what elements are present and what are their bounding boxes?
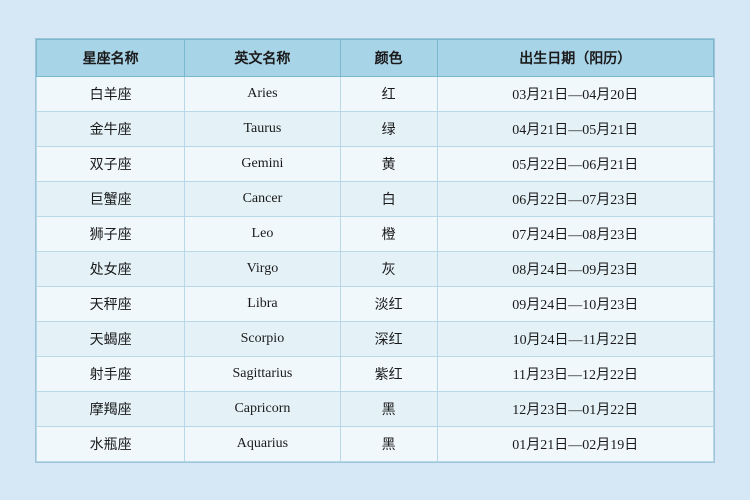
cell-color: 黑 — [340, 426, 437, 461]
cell-color: 绿 — [340, 111, 437, 146]
cell-chinese-name: 处女座 — [37, 251, 185, 286]
cell-english-name: Gemini — [185, 146, 340, 181]
cell-color: 白 — [340, 181, 437, 216]
zodiac-table: 星座名称 英文名称 颜色 出生日期（阳历） 白羊座Aries红03月21日—04… — [36, 39, 714, 462]
header-color: 颜色 — [340, 39, 437, 76]
cell-dates: 01月21日—02月19日 — [437, 426, 713, 461]
cell-dates: 11月23日—12月22日 — [437, 356, 713, 391]
table-row: 射手座Sagittarius紫红11月23日—12月22日 — [37, 356, 714, 391]
cell-color: 黄 — [340, 146, 437, 181]
table-row: 白羊座Aries红03月21日—04月20日 — [37, 76, 714, 111]
cell-color: 紫红 — [340, 356, 437, 391]
cell-dates: 09月24日—10月23日 — [437, 286, 713, 321]
cell-dates: 03月21日—04月20日 — [437, 76, 713, 111]
cell-english-name: Taurus — [185, 111, 340, 146]
table-row: 双子座Gemini黄05月22日—06月21日 — [37, 146, 714, 181]
cell-color: 灰 — [340, 251, 437, 286]
cell-english-name: Capricorn — [185, 391, 340, 426]
header-chinese-name: 星座名称 — [37, 39, 185, 76]
cell-chinese-name: 双子座 — [37, 146, 185, 181]
table-row: 狮子座Leo橙07月24日—08月23日 — [37, 216, 714, 251]
cell-english-name: Libra — [185, 286, 340, 321]
cell-chinese-name: 天蝎座 — [37, 321, 185, 356]
table-row: 摩羯座Capricorn黑12月23日—01月22日 — [37, 391, 714, 426]
cell-english-name: Cancer — [185, 181, 340, 216]
cell-english-name: Scorpio — [185, 321, 340, 356]
cell-color: 深红 — [340, 321, 437, 356]
cell-chinese-name: 狮子座 — [37, 216, 185, 251]
table-row: 天蝎座Scorpio深红10月24日—11月22日 — [37, 321, 714, 356]
cell-chinese-name: 水瓶座 — [37, 426, 185, 461]
cell-chinese-name: 天秤座 — [37, 286, 185, 321]
cell-english-name: Aries — [185, 76, 340, 111]
cell-dates: 07月24日—08月23日 — [437, 216, 713, 251]
table-row: 处女座Virgo灰08月24日—09月23日 — [37, 251, 714, 286]
table-row: 巨蟹座Cancer白06月22日—07月23日 — [37, 181, 714, 216]
header-dates: 出生日期（阳历） — [437, 39, 713, 76]
cell-english-name: Aquarius — [185, 426, 340, 461]
cell-english-name: Sagittarius — [185, 356, 340, 391]
cell-color: 红 — [340, 76, 437, 111]
cell-english-name: Leo — [185, 216, 340, 251]
cell-chinese-name: 摩羯座 — [37, 391, 185, 426]
cell-color: 淡红 — [340, 286, 437, 321]
cell-chinese-name: 金牛座 — [37, 111, 185, 146]
table-row: 天秤座Libra淡红09月24日—10月23日 — [37, 286, 714, 321]
cell-chinese-name: 巨蟹座 — [37, 181, 185, 216]
zodiac-table-container: 星座名称 英文名称 颜色 出生日期（阳历） 白羊座Aries红03月21日—04… — [35, 38, 715, 463]
cell-dates: 04月21日—05月21日 — [437, 111, 713, 146]
cell-dates: 05月22日—06月21日 — [437, 146, 713, 181]
table-row: 金牛座Taurus绿04月21日—05月21日 — [37, 111, 714, 146]
table-header-row: 星座名称 英文名称 颜色 出生日期（阳历） — [37, 39, 714, 76]
header-english-name: 英文名称 — [185, 39, 340, 76]
cell-dates: 08月24日—09月23日 — [437, 251, 713, 286]
cell-color: 橙 — [340, 216, 437, 251]
cell-chinese-name: 射手座 — [37, 356, 185, 391]
cell-english-name: Virgo — [185, 251, 340, 286]
cell-dates: 12月23日—01月22日 — [437, 391, 713, 426]
cell-color: 黑 — [340, 391, 437, 426]
cell-dates: 10月24日—11月22日 — [437, 321, 713, 356]
cell-dates: 06月22日—07月23日 — [437, 181, 713, 216]
table-row: 水瓶座Aquarius黑01月21日—02月19日 — [37, 426, 714, 461]
cell-chinese-name: 白羊座 — [37, 76, 185, 111]
